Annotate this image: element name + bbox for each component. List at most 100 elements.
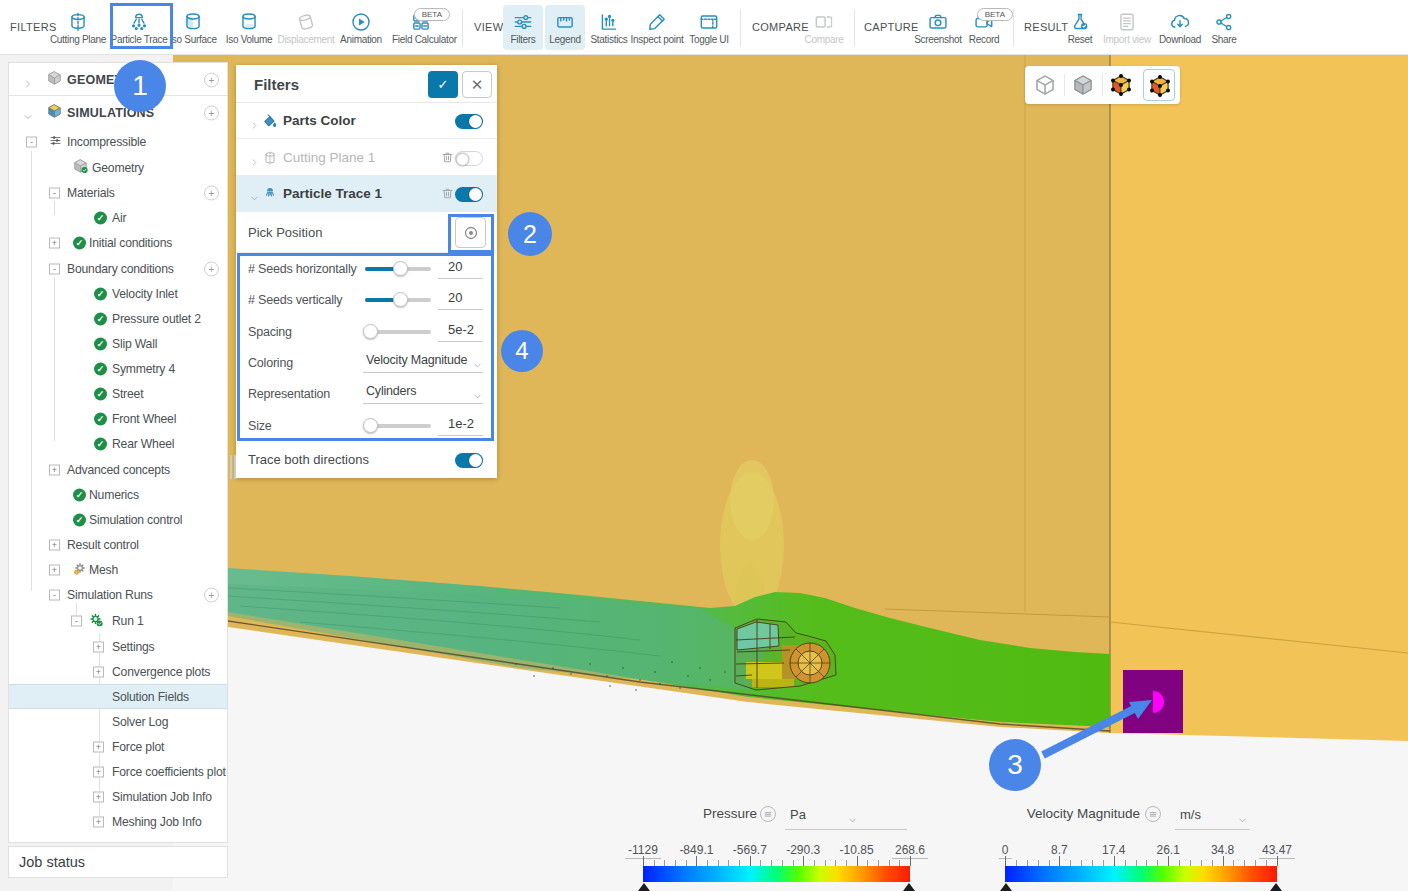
delete-icon[interactable] bbox=[440, 186, 455, 201]
sidebar-item-force-coefficients-plot[interactable]: +Force coefficients plot bbox=[9, 759, 227, 784]
filter-layer-particle-trace-1[interactable]: Particle Trace 1 bbox=[236, 176, 497, 212]
sidebar-item-simulation-job-info[interactable]: +Simulation Job Info bbox=[9, 784, 227, 809]
sidebar-item-initial-conditions[interactable]: +✓Initial conditions bbox=[9, 230, 227, 255]
filters-icon bbox=[512, 11, 534, 33]
toolbar-button-label: Share bbox=[1195, 34, 1253, 45]
job-status-panel[interactable]: Job status bbox=[8, 846, 228, 878]
sidebar-item-slip-wall[interactable]: ✓Slip Wall bbox=[9, 331, 227, 356]
toolbar-button-record[interactable]: RecordBETA bbox=[955, 5, 1013, 50]
sidebar-item-result-control[interactable]: +Result control bbox=[9, 532, 227, 557]
sidebar-item-air[interactable]: ✓Air bbox=[9, 205, 227, 230]
check-icon: ✓ bbox=[73, 488, 86, 501]
filter-layer-cutting-plane-1[interactable]: Cutting Plane 1 bbox=[236, 140, 497, 176]
expand-icon[interactable]: + bbox=[93, 666, 104, 677]
sidebar-item-simulations[interactable]: SIMULATIONS+ bbox=[9, 100, 227, 125]
toolbar-button-import-view[interactable]: Import view bbox=[1098, 5, 1156, 50]
trace-both-directions-toggle[interactable] bbox=[455, 453, 483, 468]
delete-icon[interactable] bbox=[440, 150, 455, 165]
expand-icon[interactable]: + bbox=[93, 766, 104, 777]
sidebar-item-mesh[interactable]: +!Mesh bbox=[9, 557, 227, 582]
collapse-icon[interactable]: - bbox=[71, 615, 82, 626]
sidebar-item-meshing-job-info[interactable]: +Meshing Job Info bbox=[9, 809, 227, 834]
geometries-icon bbox=[47, 70, 62, 89]
expand-icon[interactable]: + bbox=[93, 816, 104, 827]
visibility-toggle[interactable] bbox=[455, 151, 483, 166]
job-status-label: Job status bbox=[19, 854, 85, 870]
sidebar-item-incompressible[interactable]: -Incompressible bbox=[9, 129, 227, 154]
visibility-toggle[interactable] bbox=[455, 187, 483, 202]
sidebar-item-numerics[interactable]: ✓Numerics bbox=[9, 482, 227, 507]
view-button-shaded-cube[interactable] bbox=[1067, 69, 1099, 101]
toolbar-button-compare[interactable]: Compare bbox=[795, 5, 853, 50]
check-icon: ✓ bbox=[94, 412, 107, 425]
sidebar-item-simulation-runs[interactable]: -Simulation Runs+ bbox=[9, 582, 227, 607]
sidebar-item-settings[interactable]: +Settings bbox=[9, 634, 227, 659]
add-button[interactable]: + bbox=[204, 72, 219, 87]
sidebar-item-front-wheel[interactable]: ✓Front Wheel bbox=[9, 406, 227, 431]
sidebar-item-advanced-concepts[interactable]: +Advanced concepts bbox=[9, 457, 227, 482]
sidebar-item-street[interactable]: ✓Street bbox=[9, 381, 227, 406]
sidebar-resize-grip[interactable] bbox=[229, 455, 237, 479]
sidebar-item-rear-wheel[interactable]: ✓Rear Wheel bbox=[9, 431, 227, 456]
toolbar-button-displacement[interactable]: Displacement bbox=[277, 5, 335, 50]
sidebar-item-symmetry-4[interactable]: ✓Symmetry 4 bbox=[9, 356, 227, 381]
compare-icon bbox=[813, 11, 835, 33]
view-button-colored-cube[interactable] bbox=[1105, 69, 1137, 101]
toolbar-button-inspect-point[interactable]: Inspect point bbox=[628, 5, 686, 50]
expand-icon[interactable]: + bbox=[49, 564, 60, 575]
sidebar-item-velocity-inlet[interactable]: ✓Velocity Inlet bbox=[9, 281, 227, 306]
add-button[interactable]: + bbox=[204, 261, 219, 276]
apply-button[interactable]: ✓ bbox=[428, 71, 458, 98]
collapse-icon[interactable]: - bbox=[49, 263, 60, 274]
sidebar-item-convergence-plots[interactable]: +Convergence plots bbox=[9, 659, 227, 684]
expand-icon[interactable]: + bbox=[93, 741, 104, 752]
toolbar-button-label: Cutting Plane bbox=[49, 34, 107, 45]
sidebar-item-label: Street bbox=[112, 387, 143, 401]
sidebar-item-solution-fields[interactable]: Solution Fields bbox=[9, 684, 227, 709]
sidebar-item-label: Air bbox=[112, 211, 126, 225]
collapse-icon[interactable]: - bbox=[49, 589, 60, 600]
toolbar-button-share[interactable]: Share bbox=[1195, 5, 1253, 50]
sidebar-item-materials[interactable]: -Materials+ bbox=[9, 180, 227, 205]
check-icon: ✓ bbox=[73, 513, 86, 526]
toolbar-button-field-calculator[interactable]: Field CalculatorBETA bbox=[392, 5, 450, 50]
sidebar-item-simulation-control[interactable]: ✓Simulation control bbox=[9, 507, 227, 532]
collapse-icon[interactable]: - bbox=[26, 136, 37, 147]
sidebar-item-geometry[interactable]: Geometry bbox=[9, 155, 227, 180]
expand-icon[interactable]: + bbox=[93, 641, 104, 652]
sidebar-item-run-1[interactable]: - Run 1 bbox=[9, 608, 227, 633]
particle-trace-sm-icon bbox=[262, 186, 278, 202]
add-button[interactable]: + bbox=[204, 185, 219, 200]
sidebar-item-label: Run 1 bbox=[112, 614, 144, 628]
toolbar-button-filters[interactable]: Filters bbox=[503, 5, 543, 50]
sidebar-item-solver-log[interactable]: Solver Log bbox=[9, 709, 227, 734]
view-button-colored-cube-selected[interactable] bbox=[1143, 69, 1175, 101]
close-button[interactable]: ✕ bbox=[462, 71, 492, 98]
add-button[interactable]: + bbox=[204, 587, 219, 602]
toolbar-button-animation[interactable]: Animation bbox=[332, 5, 390, 50]
screenshot-icon bbox=[927, 11, 949, 33]
expand-icon[interactable]: + bbox=[93, 791, 104, 802]
expand-icon[interactable]: + bbox=[49, 237, 60, 248]
toggle-knob bbox=[469, 188, 482, 201]
expand-icon[interactable]: + bbox=[49, 464, 60, 475]
view-button-wireframe-cube[interactable] bbox=[1029, 69, 1061, 101]
collapse-icon[interactable]: - bbox=[49, 187, 60, 198]
toolbar-button-toggle-ui[interactable]: Toggle UI bbox=[680, 5, 738, 50]
filter-layer-parts-color[interactable]: Parts Color bbox=[236, 103, 497, 139]
check-icon: ✓ bbox=[94, 337, 107, 350]
add-button[interactable]: + bbox=[204, 105, 219, 120]
toolbar-section-label-view: VIEW bbox=[474, 21, 503, 33]
expand-icon[interactable]: + bbox=[49, 539, 60, 550]
sidebar-item-force-plot[interactable]: +Force plot bbox=[9, 734, 227, 759]
visibility-toggle[interactable] bbox=[455, 114, 483, 129]
view-toolbar-separator bbox=[1102, 74, 1103, 96]
sidebar-item-boundary-conditions[interactable]: -Boundary conditions+ bbox=[9, 256, 227, 281]
check-icon: ✓ bbox=[94, 312, 107, 325]
toolbar-button-legend[interactable]: Legend bbox=[545, 5, 585, 50]
cutting-plane-sm-icon bbox=[262, 150, 278, 166]
toolbar-button-label: Legend bbox=[545, 34, 585, 45]
toolbar-button-iso-volume[interactable]: Iso Volume bbox=[220, 5, 278, 50]
toolbar-button-cutting-plane[interactable]: Cutting Plane bbox=[49, 5, 107, 50]
sidebar-item-pressure-outlet-2[interactable]: ✓Pressure outlet 2 bbox=[9, 306, 227, 331]
